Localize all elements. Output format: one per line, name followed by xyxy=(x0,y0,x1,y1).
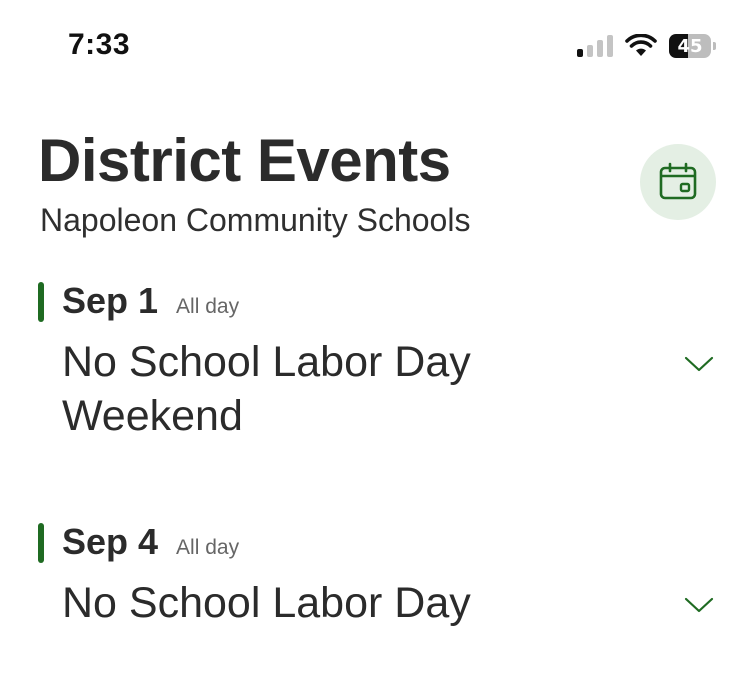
cellular-signal-icon xyxy=(577,35,613,57)
event-time: All day xyxy=(176,295,240,318)
page-subtitle: Napoleon Community Schools xyxy=(40,202,471,238)
event-time: All day xyxy=(176,536,240,559)
event-header: Sep 1 All day xyxy=(62,280,239,322)
event-date: Sep 1 xyxy=(62,280,159,321)
event-date: Sep 4 xyxy=(62,521,159,562)
calendar-button[interactable] xyxy=(640,144,716,220)
status-indicators: 45 xyxy=(577,34,716,58)
event-accent-bar xyxy=(38,282,44,322)
chevron-down-icon[interactable] xyxy=(684,595,714,615)
page-title: District Events xyxy=(38,127,451,194)
chevron-down-icon[interactable] xyxy=(684,354,714,374)
battery-icon: 45 xyxy=(669,34,716,58)
battery-level: 45 xyxy=(669,34,711,58)
event-accent-bar xyxy=(38,523,44,563)
event-item[interactable]: Sep 1 All day No School Labor Day Weeken… xyxy=(38,280,718,460)
wifi-icon xyxy=(625,34,657,56)
screen: 7:33 45 District Events Napoleon Communi… xyxy=(0,0,750,696)
status-time: 7:33 xyxy=(68,28,131,61)
event-title: No School Labor Day xyxy=(62,579,471,627)
event-header: Sep 4 All day xyxy=(62,521,239,563)
event-item[interactable]: Sep 4 All day No School Labor Day xyxy=(38,521,718,641)
event-title: No School Labor Day Weekend xyxy=(62,338,471,440)
calendar-icon xyxy=(659,162,697,200)
